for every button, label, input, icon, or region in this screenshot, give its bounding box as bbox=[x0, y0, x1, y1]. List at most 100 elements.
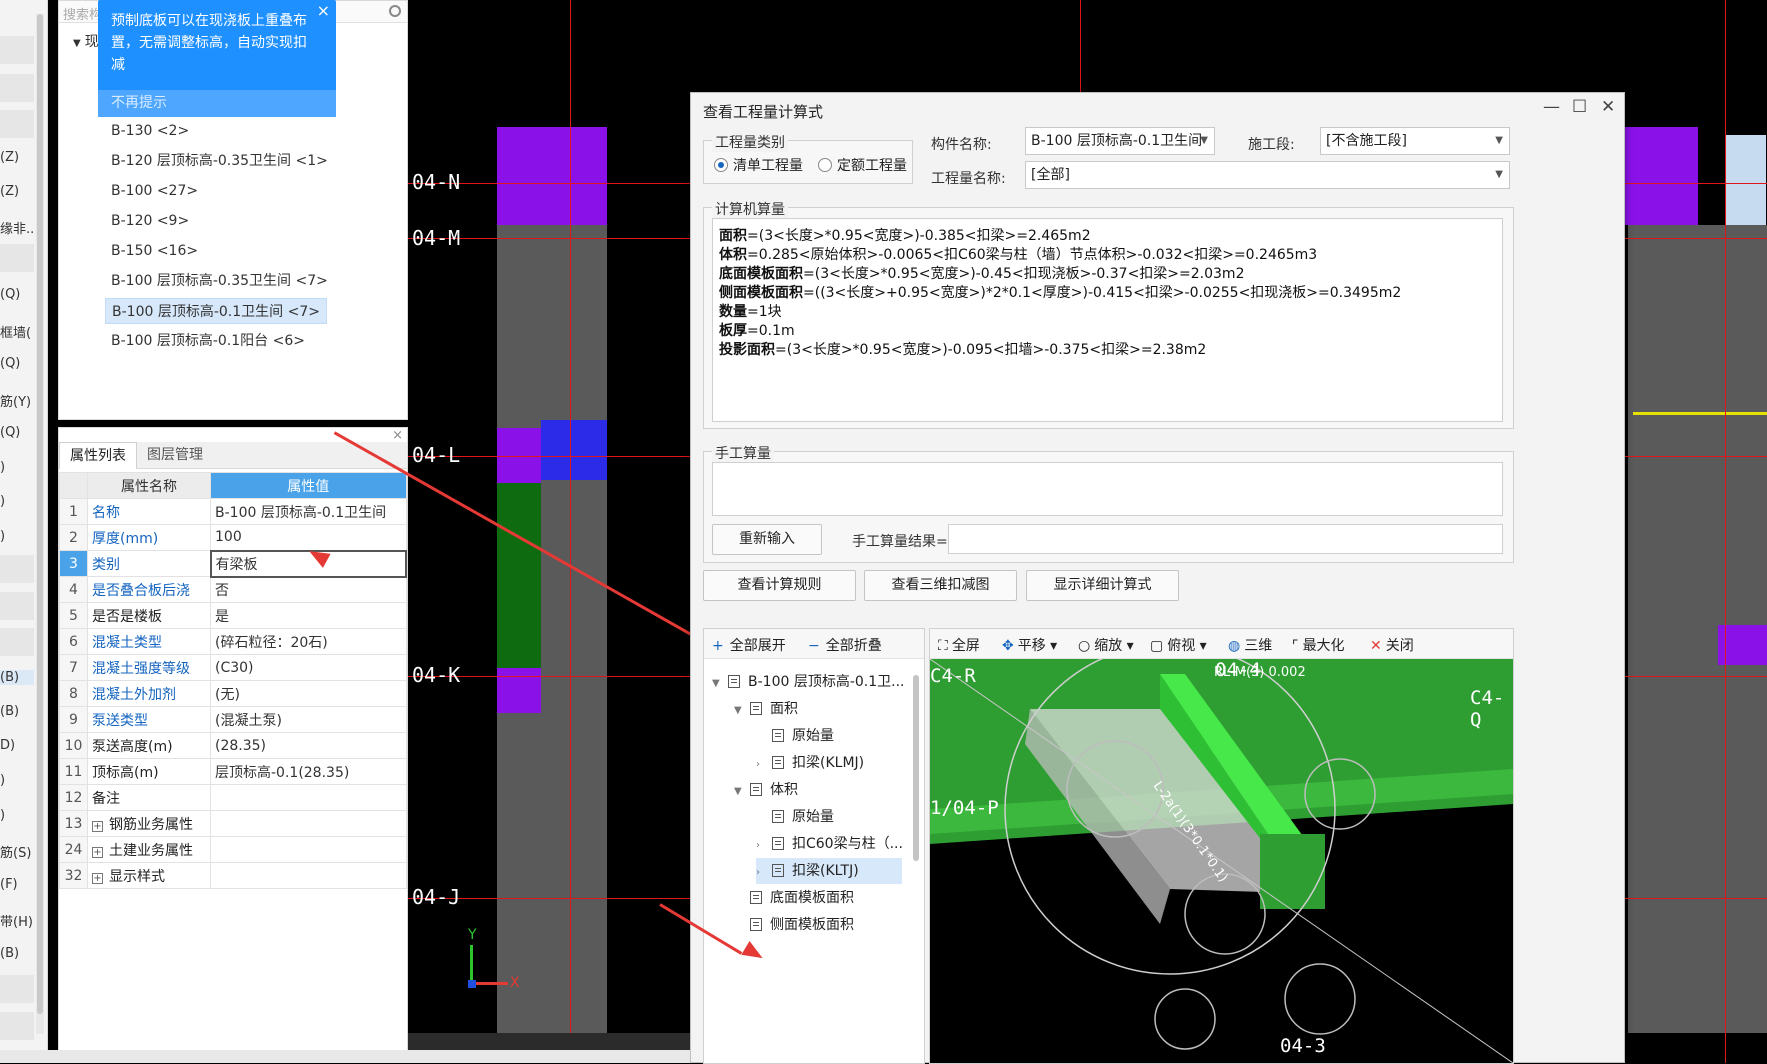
expand-icon[interactable]: + bbox=[92, 846, 103, 858]
search-icon[interactable] bbox=[389, 5, 401, 17]
property-row[interactable]: 10 泵送高度(m) (28.35) bbox=[59, 732, 407, 759]
strip-tab[interactable] bbox=[0, 74, 34, 102]
expand-icon[interactable]: + bbox=[92, 820, 103, 832]
tree-node[interactable]: › 扣C60梁与柱（... bbox=[756, 831, 903, 857]
tree-item[interactable]: B-150 <16> bbox=[105, 238, 204, 264]
strip-label[interactable]: (B) bbox=[0, 704, 19, 719]
stage-select[interactable]: [不含施工段] ▼ bbox=[1320, 127, 1510, 155]
tree-item[interactable]: B-120 层顶标高-0.35卫生间 <1> bbox=[105, 148, 334, 174]
qty-name-select[interactable]: [全部] ▼ bbox=[1025, 161, 1510, 189]
manual-input[interactable] bbox=[712, 462, 1503, 516]
zoom-button[interactable]: ○ 缩放 ▾ bbox=[1078, 635, 1134, 655]
tab-property-list[interactable]: 属性列表 bbox=[59, 442, 137, 469]
property-row[interactable]: 5 是否是楼板是 bbox=[59, 602, 407, 629]
pan-button[interactable]: ✥ 平移 ▾ bbox=[1002, 635, 1057, 655]
strip-tab[interactable] bbox=[0, 110, 34, 138]
strip-tab[interactable] bbox=[0, 36, 34, 64]
formula-textarea[interactable]: 面积=(3<长度>*0.95<宽度>)-0.385<扣梁>=2.465m2 体积… bbox=[712, 218, 1503, 422]
tree-node[interactable]: › 扣梁(KLMJ) bbox=[756, 750, 902, 776]
strip-label[interactable]: (Q) bbox=[0, 356, 20, 371]
view-rules-button[interactable]: 查看计算规则 bbox=[703, 570, 856, 601]
property-row[interactable]: 9 泵送类型 (混凝土泵) bbox=[59, 706, 407, 733]
strip-tab[interactable] bbox=[0, 555, 34, 583]
radio-bill-qty[interactable]: 清单工程量 bbox=[714, 155, 803, 175]
tree-node[interactable]: 底面模板面积 bbox=[734, 885, 902, 911]
property-row[interactable]: 1 名称 B-100 层顶标高-0.1卫生间 bbox=[59, 498, 407, 525]
close-icon[interactable]: × bbox=[392, 428, 403, 443]
3d-button[interactable]: ◍ 三维 bbox=[1228, 635, 1272, 655]
tree-item[interactable]: B-130 <2> bbox=[105, 118, 195, 144]
tree-node[interactable]: ▼ 体积 bbox=[734, 777, 902, 803]
manual-result-field[interactable] bbox=[948, 524, 1503, 554]
strip-label[interactable]: 缘非.. bbox=[0, 218, 34, 237]
tab-layer-manager[interactable]: 图层管理 bbox=[137, 442, 213, 469]
top-view-button[interactable]: ▢ 俯视 ▾ bbox=[1150, 635, 1207, 655]
view-3d-deduction-button[interactable]: 查看三维扣减图 bbox=[864, 570, 1017, 601]
strip-label[interactable]: (Z) bbox=[0, 150, 19, 165]
tree-item[interactable]: B-120 <9> bbox=[105, 208, 195, 234]
property-row[interactable]: 7 混凝土强度等级 (C30) bbox=[59, 654, 407, 681]
tree-item[interactable]: B-100 <27> bbox=[105, 178, 204, 204]
strip-label[interactable]: (Q) bbox=[0, 287, 20, 302]
strip-label[interactable]: ) bbox=[0, 460, 5, 475]
tree-node-selected[interactable]: › 扣梁(KLTJ) bbox=[756, 858, 902, 884]
close-icon[interactable]: ✕ bbox=[1601, 97, 1615, 117]
show-detail-formula-button[interactable]: 显示详细计算式 bbox=[1026, 570, 1179, 601]
strip-label[interactable]: ) bbox=[0, 808, 5, 823]
close-view-button[interactable]: ✕ 关闭 bbox=[1370, 635, 1414, 655]
collapse-all-button[interactable]: − 全部折叠 bbox=[808, 635, 882, 655]
strip-tab[interactable] bbox=[0, 975, 34, 1003]
dont-show-again-link[interactable]: 不再提示 bbox=[98, 90, 336, 117]
member-select[interactable]: B-100 层顶标高-0.1卫生间 ▼ bbox=[1025, 127, 1215, 155]
tree-node[interactable]: 原始量 bbox=[756, 723, 902, 749]
property-group-row[interactable]: 24 + 土建业务属性 bbox=[59, 836, 407, 863]
strip-label[interactable]: (F) bbox=[0, 877, 18, 892]
strip-label[interactable]: ) bbox=[0, 529, 5, 544]
strip-label[interactable]: (B) bbox=[0, 946, 19, 961]
tree-item[interactable]: B-100 层顶标高-0.1阳台 <6> bbox=[105, 328, 311, 354]
property-row-selected[interactable]: 3 类别 有梁板 bbox=[59, 549, 407, 578]
property-group-row[interactable]: 32 + 显示样式 bbox=[59, 862, 407, 889]
strip-label[interactable]: 筋(Y) bbox=[0, 391, 31, 410]
close-icon[interactable]: × bbox=[317, 1, 330, 20]
tree-node[interactable]: 原始量 bbox=[756, 804, 902, 830]
tree-item[interactable]: B-100 层顶标高-0.35卫生间 <7> bbox=[105, 268, 334, 294]
radio-quota-qty[interactable]: 定额工程量 bbox=[818, 155, 907, 175]
maximize-icon[interactable]: ☐ bbox=[1572, 97, 1587, 117]
property-group-row[interactable]: 13 + 钢筋业务属性 bbox=[59, 810, 407, 837]
minimize-icon[interactable]: — bbox=[1543, 97, 1560, 117]
strip-label[interactable]: ) bbox=[0, 494, 5, 509]
strip-scrollbar[interactable] bbox=[36, 14, 44, 1034]
strip-tab[interactable] bbox=[0, 244, 34, 272]
strip-tab[interactable] bbox=[0, 628, 34, 656]
strip-tab[interactable] bbox=[0, 592, 34, 620]
search-input[interactable]: 搜索构 bbox=[63, 4, 102, 23]
strip-label[interactable]: 带(H) bbox=[0, 911, 33, 930]
property-row[interactable]: 8 混凝土外加剂 (无) bbox=[59, 680, 407, 707]
tree-root[interactable]: ▼ 现 bbox=[73, 31, 99, 51]
property-row[interactable]: 2 厚度(mm) 100 bbox=[59, 524, 407, 551]
strip-label[interactable]: (Q) bbox=[0, 425, 20, 440]
strip-tab[interactable] bbox=[0, 1012, 34, 1040]
property-row[interactable]: 6 混凝土类型 (碎石粒径：20石) bbox=[59, 628, 407, 655]
strip-label[interactable]: 框墙( bbox=[0, 322, 31, 341]
strip-label[interactable]: D) bbox=[0, 738, 15, 753]
property-row[interactable]: 11 顶标高(m) 层顶标高-0.1(28.35) bbox=[59, 758, 407, 785]
tree-item-selected[interactable]: B-100 层顶标高-0.1卫生间 <7> bbox=[105, 298, 327, 324]
expand-all-button[interactable]: + 全部展开 bbox=[712, 635, 786, 655]
fullscreen-button[interactable]: ⛶ 全屏 bbox=[938, 635, 980, 655]
strip-label[interactable]: ) bbox=[0, 773, 5, 788]
reinput-button[interactable]: 重新输入 bbox=[712, 524, 822, 555]
strip-label[interactable]: (B) bbox=[0, 670, 34, 685]
3d-canvas[interactable]: C4-R 04-4 C4-Q 1/04-P 04-3 RL-M(3) 0.002… bbox=[930, 659, 1513, 1063]
maximize-button[interactable]: ⌜ 最大化 bbox=[1292, 635, 1345, 655]
property-row[interactable]: 4 是否叠合板后浇否 bbox=[59, 576, 407, 603]
tree-node[interactable]: ▼ 面积 bbox=[734, 696, 902, 722]
strip-label[interactable]: 筋(S) bbox=[0, 842, 31, 861]
strip-label[interactable]: (Z) bbox=[0, 184, 19, 199]
tree-node[interactable]: ▼ B-100 层顶标高-0.1卫... bbox=[712, 669, 905, 695]
tree-node[interactable]: 侧面模板面积 bbox=[734, 912, 902, 938]
expand-icon[interactable]: + bbox=[92, 872, 103, 884]
property-row[interactable]: 12 备注 bbox=[59, 784, 407, 811]
tree-scrollbar[interactable] bbox=[913, 675, 919, 861]
